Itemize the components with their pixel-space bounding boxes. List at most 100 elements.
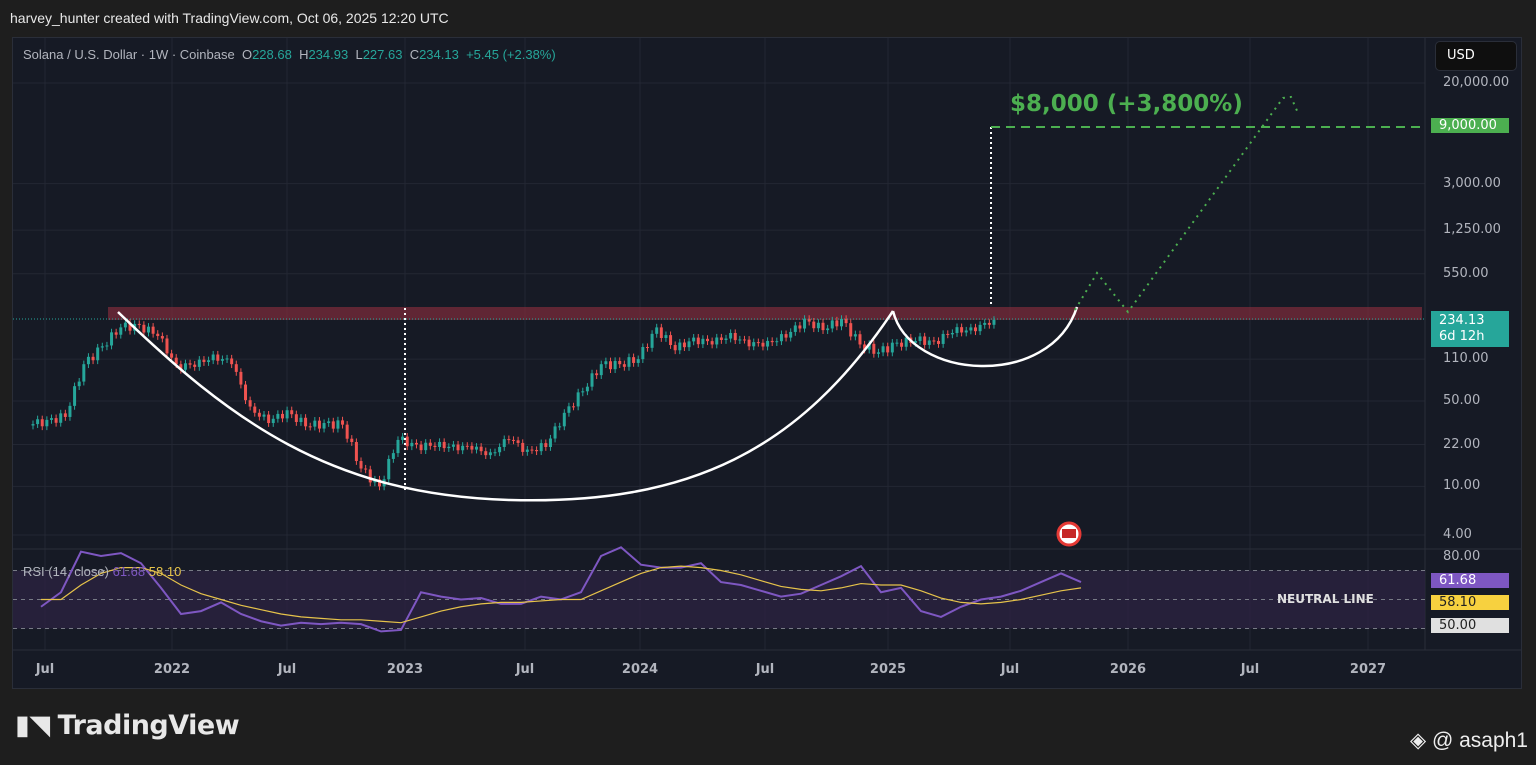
candle-body — [539, 443, 543, 452]
candle-body — [327, 421, 331, 424]
candle-body — [253, 406, 257, 413]
candle-body — [752, 342, 756, 347]
candle-body — [147, 326, 150, 333]
candle-body — [160, 336, 164, 339]
candle-body — [511, 439, 515, 441]
candle-body — [604, 361, 608, 365]
candle-body — [779, 334, 783, 342]
candle-body — [280, 413, 284, 419]
candle-body — [225, 358, 229, 360]
low-label: L — [355, 47, 363, 62]
candle-body — [493, 452, 497, 454]
candle-body — [137, 323, 141, 325]
resistance-zone — [108, 307, 1422, 320]
candle-body — [812, 321, 816, 329]
candle-body — [849, 323, 853, 337]
price-axis-label: 4.00 — [1443, 527, 1472, 542]
candle-body — [876, 352, 880, 354]
candle-body — [239, 371, 243, 385]
candle-body — [581, 391, 585, 393]
candle-body — [622, 364, 626, 367]
candle-body — [733, 332, 737, 341]
candle-body — [257, 412, 261, 417]
candle-body — [59, 413, 63, 423]
candle-body — [858, 334, 862, 345]
candle-body — [183, 363, 187, 370]
candle-body — [729, 332, 733, 339]
candle-body — [627, 357, 631, 367]
candle-body — [645, 347, 649, 349]
currency-button[interactable]: USD — [1435, 41, 1517, 71]
candle-body — [498, 446, 502, 453]
rsi-ma-tag: 58.10 — [1431, 595, 1509, 610]
candle-body — [433, 445, 437, 448]
candle-body — [664, 335, 668, 339]
binance-diamond-icon: ◈ — [1409, 729, 1427, 752]
candle-body — [197, 359, 201, 367]
candle-body — [562, 412, 566, 427]
candle-body — [775, 341, 779, 343]
candle-body — [826, 328, 830, 331]
rsi-legend: RSI (14, close) 61.68 58.10 — [23, 564, 181, 579]
candle-body — [932, 340, 936, 342]
rsi-label: RSI (14, close) — [23, 564, 109, 579]
candle-body — [950, 332, 954, 335]
time-axis-label: 2026 — [1109, 662, 1147, 677]
candle-body — [110, 332, 114, 346]
candle-body — [216, 354, 220, 361]
candle-body — [82, 364, 86, 382]
candle-body — [669, 335, 673, 346]
candle-body — [299, 417, 303, 422]
candle-body — [267, 414, 271, 424]
candle-body — [484, 451, 488, 456]
chart-canvas[interactable] — [0, 0, 1536, 765]
candle-body — [502, 439, 506, 447]
candle-body — [816, 322, 820, 329]
candle-body — [68, 405, 72, 417]
candle-body — [521, 442, 525, 452]
candle-body — [710, 341, 714, 345]
price-axis-label: 550.00 — [1443, 265, 1489, 281]
time-axis-label: Jul — [515, 662, 535, 677]
close-label: C — [409, 47, 420, 62]
candle-body — [895, 342, 899, 344]
candle-body — [609, 361, 612, 370]
candle-body — [544, 443, 548, 448]
candle-body — [655, 327, 659, 334]
candle-body — [285, 410, 289, 419]
candle-body — [840, 318, 843, 327]
candle-body — [447, 446, 451, 449]
candle-body — [756, 342, 760, 344]
candle-body — [682, 342, 686, 348]
candle-body — [419, 444, 423, 451]
candle-body — [803, 318, 807, 329]
candle-body — [105, 345, 109, 347]
candle-body — [853, 334, 857, 337]
time-axis-label: 2024 — [621, 662, 659, 677]
candle-body — [937, 340, 941, 344]
symbol-name: Solana / U.S. Dollar · 1W · Coinbase — [23, 47, 235, 62]
candle-body — [715, 337, 719, 345]
candle-body — [530, 449, 534, 451]
time-axis-label: Jul — [277, 662, 297, 677]
candle-body — [391, 453, 395, 459]
candle-body — [387, 458, 391, 480]
candle-body — [341, 420, 345, 425]
candle-body — [234, 364, 238, 372]
candle-body — [978, 324, 982, 332]
candle-body — [766, 340, 770, 347]
candle-body — [428, 442, 432, 446]
candle-body — [890, 342, 894, 353]
handle-text: @ asaph1 — [1431, 729, 1528, 752]
candle-body — [123, 322, 127, 328]
candle-body — [45, 419, 49, 427]
candle-body — [63, 413, 67, 417]
candle-body — [248, 400, 252, 407]
candle-body — [290, 410, 294, 415]
candle-body — [151, 326, 155, 334]
candle-body — [835, 320, 839, 327]
candle-body — [465, 445, 469, 447]
symbol-legend: Solana / U.S. Dollar · 1W · Coinbase O22… — [23, 47, 556, 62]
candle-body — [475, 446, 479, 450]
candle-body — [821, 322, 825, 331]
